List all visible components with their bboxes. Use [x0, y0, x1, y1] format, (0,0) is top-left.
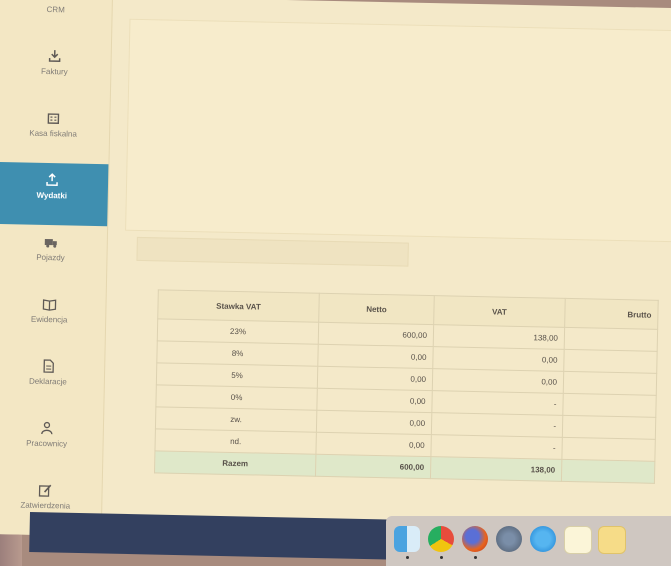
brutto-cell: [561, 437, 656, 462]
brutto-cell: [563, 349, 658, 374]
running-indicator: [474, 556, 477, 559]
vat-cell: -: [431, 412, 563, 438]
section-header-bar: [136, 236, 409, 267]
vat-cell: -: [431, 390, 564, 416]
sidebar-item-label: Kasa fiskalna: [29, 128, 77, 139]
netto-cell: 0,00: [317, 366, 433, 391]
brutto-cell: [562, 393, 657, 418]
sidebar-item-pojazdy[interactable]: Pojazdy: [0, 224, 107, 288]
firefox-icon[interactable]: [462, 526, 488, 552]
netto-cell: 600,00: [318, 322, 434, 347]
employees-icon: [41, 421, 53, 435]
total-label: Razem: [154, 450, 316, 477]
netto-cell: 0,00: [316, 410, 432, 435]
sidebar-item-label: Zatwierdzenia: [20, 500, 71, 511]
crm-icon: [49, 0, 63, 1]
app-store-icon[interactable]: [530, 526, 556, 552]
sidebar-item-wydatki[interactable]: Wydatki: [0, 161, 109, 227]
chrome-icon[interactable]: [428, 526, 454, 552]
total-vat: 138,00: [430, 456, 562, 482]
launchpad-icon[interactable]: [496, 526, 522, 552]
sidebar-item-kasa[interactable]: Kasa fiskalna: [0, 100, 110, 164]
vat-cell: 0,00: [432, 368, 564, 394]
photo-frame: CRM Faktury Kasa fiskalna Wydatki Pojazd…: [0, 0, 671, 566]
expenses-icon: [46, 173, 58, 187]
vat-cell: -: [430, 434, 563, 460]
sidebar-item-label: Ewidencja: [30, 314, 68, 325]
column-header: Stawka VAT: [157, 289, 320, 323]
vat-cell: 138,00: [433, 324, 565, 350]
vat-summary-table: Stawka VAT Netto VAT Brutto 23% 600,00 1…: [154, 289, 659, 484]
vat-cell: 0,00: [432, 346, 565, 372]
details-panel: [125, 18, 671, 243]
sidebar: CRM Faktury Kasa fiskalna Wydatki Pojazd…: [0, 0, 113, 537]
sidebar-item-label: CRM: [46, 4, 65, 15]
main-content: Stawka VAT Netto VAT Brutto 23% 600,00 1…: [101, 0, 671, 549]
column-header: VAT: [433, 295, 566, 328]
sidebar-item-deklaracje[interactable]: Deklaracje: [0, 348, 105, 412]
sidebar-item-label: Pracownicy: [26, 438, 68, 449]
sidebar-item-label: Wydatki: [36, 190, 68, 201]
column-header: Netto: [318, 293, 435, 325]
app-screen: CRM Faktury Kasa fiskalna Wydatki Pojazd…: [0, 0, 671, 549]
brutto-cell: [563, 371, 657, 396]
invoice-icon: [48, 50, 61, 63]
sidebar-item-crm[interactable]: CRM: [0, 0, 112, 40]
brutto-cell: [562, 415, 656, 440]
sidebar-item-ewidencja[interactable]: Ewidencja: [0, 286, 106, 350]
total-brutto: [561, 459, 655, 484]
notes-icon[interactable]: [564, 526, 592, 554]
total-netto: 600,00: [315, 454, 431, 479]
ledger-icon: [42, 299, 57, 311]
sidebar-item-faktury[interactable]: Faktury: [0, 38, 111, 102]
finder-icon[interactable]: [394, 526, 420, 552]
running-indicator: [406, 556, 409, 559]
dock: [386, 516, 671, 566]
netto-cell: 0,00: [316, 388, 433, 413]
netto-cell: 0,00: [317, 344, 434, 369]
sidebar-item-label: Faktury: [40, 66, 68, 77]
sidebar-item-pracownicy[interactable]: Pracownicy: [0, 410, 103, 474]
brutto-cell: [564, 327, 658, 352]
cash-register-icon: [47, 113, 60, 124]
edit-icon: [38, 484, 52, 497]
document-icon: [43, 359, 54, 373]
vehicle-icon: [44, 238, 57, 248]
sidebar-item-label: Pojazdy: [36, 252, 65, 263]
stickies-icon[interactable]: [598, 526, 626, 554]
running-indicator: [440, 556, 443, 559]
netto-cell: 0,00: [315, 432, 432, 457]
column-header: Brutto: [564, 298, 659, 330]
sidebar-item-label: Deklaracje: [28, 376, 67, 387]
